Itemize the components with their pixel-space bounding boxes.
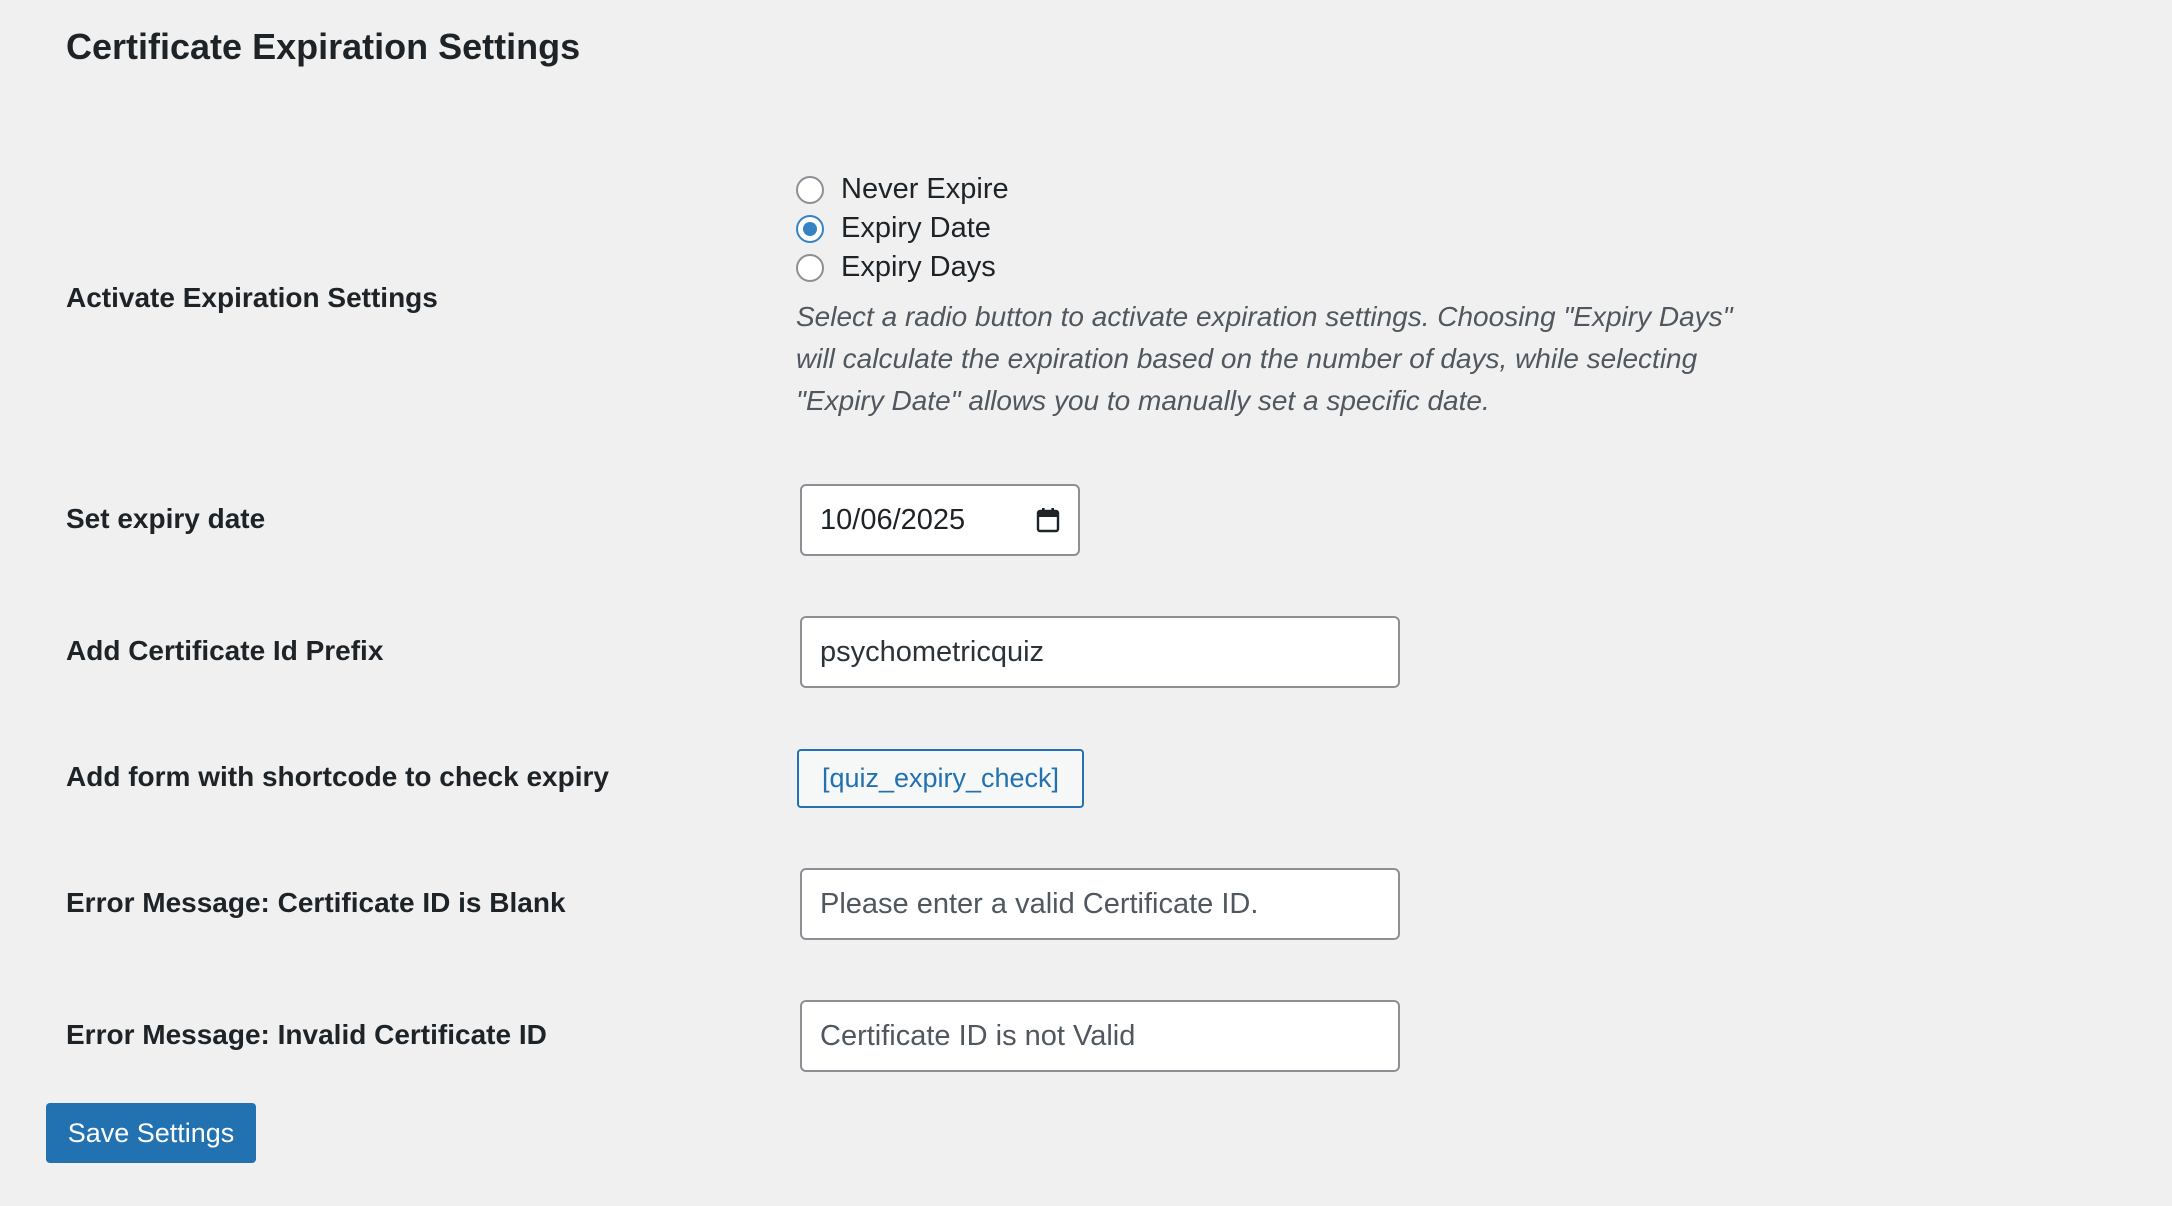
error-blank-input-value: Please enter a valid Certificate ID. — [820, 887, 1259, 920]
expiry-date-input[interactable]: 10/06/2025 — [800, 484, 1080, 556]
expiration-description: Select a radio button to activate expira… — [796, 301, 1733, 416]
expiry-date-label: Set expiry date — [66, 503, 266, 534]
prefix-label: Add Certificate Id Prefix — [66, 635, 384, 666]
error-invalid-input-value: Certificate ID is not Valid — [820, 1019, 1136, 1052]
radio-never-expire-label[interactable]: Never Expire — [841, 173, 1009, 206]
radio-expiry-date[interactable]: Expiry Date — [796, 209, 1009, 248]
save-settings-button[interactable]: Save Settings — [46, 1103, 256, 1163]
prefix-input-value: psychometricquiz — [820, 635, 1045, 668]
error-invalid-input[interactable]: Certificate ID is not Valid — [800, 1000, 1400, 1072]
radio-never-expire-circle[interactable] — [796, 175, 824, 204]
radio-never-expire[interactable]: Never Expire — [796, 170, 1009, 209]
radio-expiry-date-label[interactable]: Expiry Date — [841, 212, 991, 245]
prefix-input[interactable]: psychometricquiz — [800, 616, 1400, 688]
shortcode-copy-button[interactable]: [quiz_expiry_check] — [797, 749, 1084, 808]
error-blank-input[interactable]: Please enter a valid Certificate ID. — [800, 868, 1400, 940]
page-title: Certificate Expiration Settings — [66, 26, 581, 67]
radio-expiry-days-circle[interactable] — [796, 253, 824, 282]
radio-expiry-days[interactable]: Expiry Days — [796, 248, 1009, 287]
expiry-date-value: 10/06/2025 — [820, 503, 966, 536]
expiration-radio-group: Never Expire Expiry Date Expiry Days — [796, 170, 1009, 287]
calendar-icon[interactable] — [1036, 507, 1060, 533]
error-blank-label: Error Message: Certificate ID is Blank — [66, 887, 566, 918]
expiration-settings-label: Activate Expiration Settings — [66, 282, 438, 313]
radio-expiry-date-circle[interactable] — [796, 214, 824, 243]
radio-expiry-days-label[interactable]: Expiry Days — [841, 251, 996, 284]
shortcode-label: Add form with shortcode to check expiry — [66, 761, 609, 792]
error-invalid-label: Error Message: Invalid Certificate ID — [66, 1019, 547, 1050]
